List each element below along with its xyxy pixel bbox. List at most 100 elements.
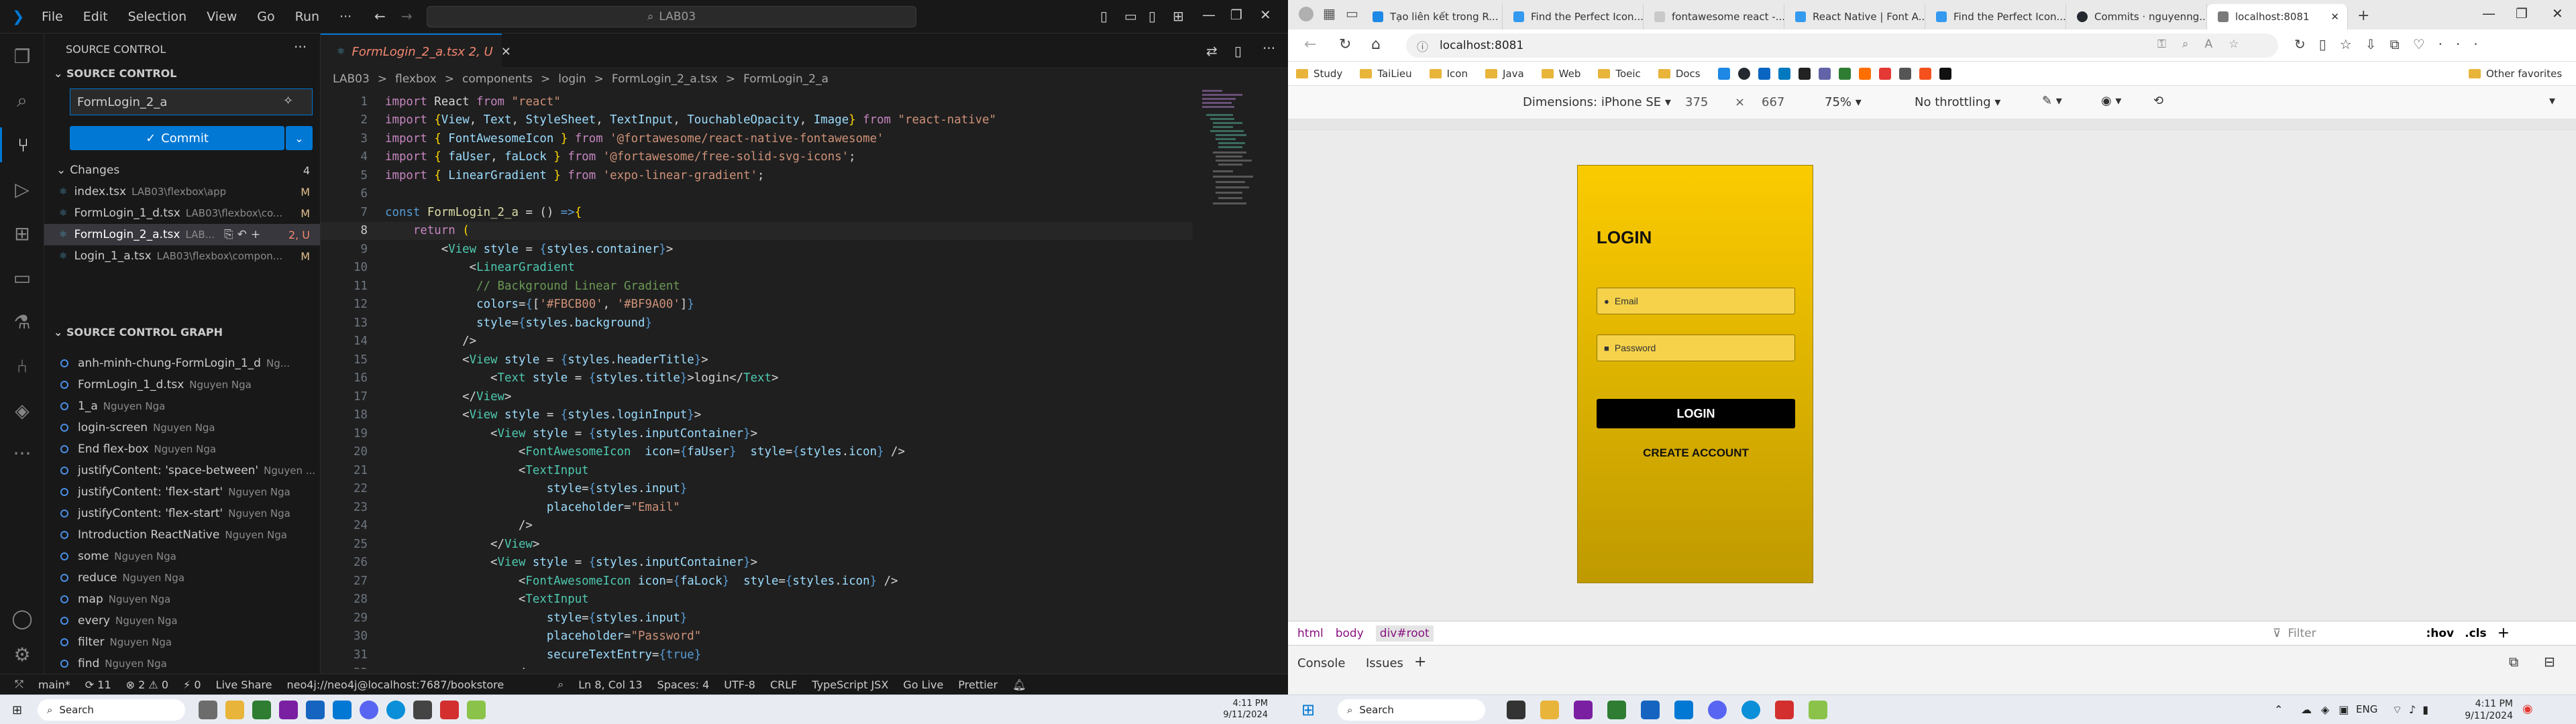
windows-start-icon[interactable]: ⊞ [1301,701,1315,719]
system-clock[interactable]: 4:11 PM 9/11/2024 [2449,698,2513,722]
breadcrumb-item[interactable]: FormLogin_2_a.tsx [612,72,718,86]
remote-explorer-icon[interactable]: ▭ [0,260,44,295]
email-field[interactable]: ● Email [1597,288,1795,314]
crumb-div-root[interactable]: div#root [1375,625,1434,642]
toggle-secondary-sidebar-icon[interactable]: ▯ [1148,8,1156,24]
remote-icon[interactable]: ⤱ [15,678,23,691]
browser-tab[interactable]: React Native | Font A... [1784,4,1925,29]
code-line[interactable]: 22 style={styles.input} [321,480,1193,499]
terminal-icon[interactable] [413,701,432,719]
graph-commit-row[interactable]: justifyContent: 'flex-start' Nguyen Nga [44,503,320,524]
discord-icon[interactable] [360,701,378,719]
code-editor[interactable]: 1 import React from "react" 2 import {View,… [321,93,1193,669]
breadcrumb-item[interactable]: flexbox [395,72,437,86]
onedrive-icon[interactable] [1717,67,1730,80]
issues-tab[interactable]: Issues [1366,656,1403,670]
code-line[interactable]: 27 <FontAwesomeIcon icon={faLock} style=… [321,572,1193,591]
code-line[interactable]: 32 /> [321,664,1193,669]
network-volume-battery-icon[interactable]: ⌔♪▮ [2392,703,2435,717]
info-icon[interactable]: ⓘ [1417,38,1428,54]
home-icon[interactable]: ⌂ [1371,36,1381,53]
account-icon[interactable]: ◯ [0,601,44,636]
change-item[interactable]: ⚛ Login_1_a.tsx LAB03\flexbox\compon... M [44,245,320,267]
hover-state-toggle[interactable]: :hov [2426,627,2454,640]
breadcrumb-item[interactable]: login [558,72,586,86]
graph-commit-row[interactable]: some Nguyen Nga [44,546,320,567]
menu-file[interactable]: File [42,9,63,24]
new-tab-icon[interactable]: + [2357,7,2369,24]
graph-commit-row[interactable]: map Nguyen Nga [44,589,320,610]
zoom-icon[interactable]: ⌕ [557,678,564,691]
linkedin-icon[interactable] [1758,67,1770,80]
graph-commit-row[interactable]: every Nguyen Nga [44,610,320,631]
taskbar-search-left[interactable]: ⌕ Search [38,699,185,721]
bookmark-icon[interactable] [1858,67,1871,80]
bookmark-icon[interactable] [1878,67,1891,80]
code-line[interactable]: 4 import { faUser, faLock } from '@fortaw… [321,148,1193,167]
code-line[interactable]: 16 <Text style = {styles.title}>login</T… [321,369,1193,388]
change-item-selected[interactable]: ⚛ FormLogin_2_a.tsx LAB... ⎘↶+ 2, U [44,224,320,245]
code-line[interactable]: 29 style={styles.input} [321,609,1193,627]
menu-go[interactable]: Go [257,9,274,24]
code-line[interactable]: 24 /> [321,517,1193,536]
customize-layout-icon[interactable]: ⊞ [1173,8,1184,24]
browser-tab[interactable]: fontawesome react -... [1644,4,1784,29]
language-indicator[interactable]: ENG [2356,703,2377,715]
breadcrumb-item[interactable]: components [462,72,533,86]
code-line[interactable]: 5 import { LinearGradient } from 'expo-li… [321,166,1193,185]
split-editor-icon[interactable]: ▯ [1234,43,1242,59]
code-line[interactable]: 23 placeholder="Email" [321,498,1193,517]
editor-more-icon[interactable]: ··· [1263,40,1275,56]
code-line[interactable]: 20 <FontAwesomeIcon icon={faUser} style=… [321,443,1193,462]
extensions-icon[interactable]: ⊞ [0,216,44,251]
favorite-folder-icon[interactable]: Icon [1429,68,1468,80]
minimize-icon[interactable]: — [1202,7,1216,23]
tab-actions-icon[interactable]: ▭ [1346,5,1358,21]
cursor-position[interactable]: Ln 8, Col 13 [578,678,642,691]
code-line[interactable]: 12 colors={['#FBCB00', '#BF9A00']} [321,296,1193,314]
other-favorites[interactable]: Other favorites [2469,68,2562,80]
python-icon[interactable]: ◈ [0,393,44,428]
close-tab-icon[interactable]: ✕ [501,45,511,59]
testing-icon[interactable]: ⚗ [0,304,44,339]
code-line[interactable]: 1 import React from "react" [321,93,1193,111]
branch-status[interactable]: main* [38,678,70,691]
dock-icon[interactable]: ⧉ [2509,654,2518,670]
browser-tab[interactable]: Commits · nguyenng... [2066,4,2207,29]
bookmark-icon[interactable] [1939,67,1951,80]
favorite-folder-web[interactable]: Web [1541,68,1580,80]
back-arrow-icon[interactable]: ← [374,8,386,24]
add-drawer-tab-icon[interactable]: + [1414,654,1426,670]
search-icon[interactable]: ⌕ [0,83,44,118]
restore-icon[interactable]: ❐ [1230,7,1242,23]
run-debug-icon[interactable]: ▷ [0,172,44,206]
back-arrow-icon[interactable]: ← [1304,36,1316,53]
toggle-panel-icon[interactable]: ▭ [1124,8,1137,24]
minimap[interactable] [1199,87,1273,261]
menu-more[interactable]: ··· [339,9,352,24]
prettier-status[interactable]: Prettier [958,678,998,691]
taskview-icon[interactable] [199,701,217,719]
breadcrumb-item[interactable]: LAB03 [333,72,370,86]
favorite-folder-docs[interactable]: Docs [1658,68,1701,80]
favorite-folder-tailieu[interactable]: TaiLieu [1360,68,1412,80]
source-control-graph-section[interactable]: ⌄ SOURCE CONTROL GRAPH [54,326,223,339]
menu-run[interactable]: Run [295,9,319,24]
git-graph-icon[interactable]: ⑃ [0,349,44,383]
file-actions-icon[interactable]: ⎘↶+ [224,228,264,241]
rotate-icon[interactable]: ⟲ [2153,94,2163,108]
github-icon[interactable] [1737,67,1750,80]
throttling-select[interactable]: No throttling ▾ [1915,95,2000,109]
bookmark-icon[interactable] [1919,67,1931,80]
onenote-icon[interactable] [1574,701,1593,719]
graph-commit-row[interactable]: justifyContent: 'flex-start' Nguyen Nga [44,481,320,503]
edge-icon[interactable] [1741,701,1760,719]
code-line[interactable]: 9 <View style = {styles.container}> [321,240,1193,259]
code-line[interactable]: 31 secureTextEntry={true} [321,646,1193,664]
problems-status[interactable]: ⊗ 2 ⚠ 0 [126,678,168,691]
device-width-input[interactable]: 375 [1685,95,1708,109]
ports-status[interactable]: ⚡ 0 [183,678,201,691]
graph-commit-row[interactable]: 1_a Nguyen Nga [44,396,320,417]
zoom-select[interactable]: 75% ▾ [1825,95,1862,109]
class-toggle[interactable]: .cls [2465,627,2486,640]
